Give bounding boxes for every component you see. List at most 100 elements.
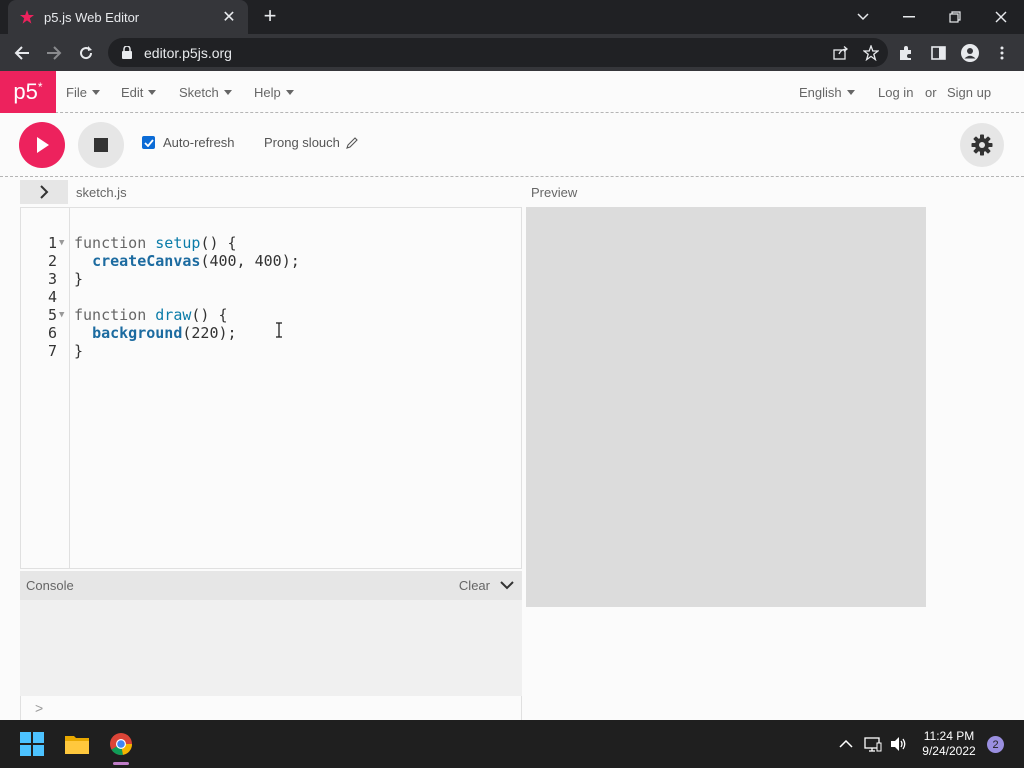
minimize-icon[interactable] — [886, 0, 932, 34]
network-icon[interactable] — [862, 732, 884, 756]
profile-icon[interactable] — [957, 40, 983, 66]
console-label: Console — [26, 578, 74, 593]
code-line[interactable]: 4 — [21, 288, 521, 306]
p5-nav: p5 * File Edit Sketch Help English Log in… — [0, 71, 1024, 113]
code-line[interactable]: 5 ▼ function draw() { — [21, 306, 521, 324]
tab-close-icon[interactable]: ✕ — [220, 7, 238, 27]
caret-down-icon — [285, 89, 294, 95]
forward-icon[interactable] — [41, 40, 67, 66]
chrome-icon[interactable] — [105, 728, 137, 760]
or-separator: or — [925, 71, 937, 113]
system-clock[interactable]: 11:24 PM 9/24/2022 — [916, 729, 982, 759]
caret-down-icon — [846, 89, 855, 95]
bookmark-star-icon[interactable] — [858, 40, 884, 66]
signup-link[interactable]: Sign up — [947, 71, 991, 113]
chevron-right-icon — [40, 185, 49, 199]
code-line[interactable]: 1 ▼ function setup() { — [21, 234, 521, 252]
share-icon[interactable] — [828, 40, 854, 66]
checkmark-icon — [143, 138, 154, 147]
menu-help-label: Help — [254, 84, 281, 100]
new-tab-button[interactable]: + — [258, 5, 282, 29]
fold-arrow-icon[interactable]: ▼ — [59, 234, 64, 252]
line-number: 7 — [47, 342, 57, 360]
function-name: draw — [155, 306, 192, 324]
code-line[interactable]: 2 createCanvas(400, 400); — [21, 252, 521, 270]
file-explorer-icon[interactable] — [61, 728, 93, 760]
auto-refresh-checkbox[interactable] — [142, 136, 155, 149]
back-icon[interactable] — [9, 40, 35, 66]
code-text: } — [74, 342, 84, 360]
code-editor[interactable]: 1 ▼ function setup() { 2 createCanvas(40… — [20, 207, 522, 569]
line-number: 3 — [47, 270, 57, 288]
fold-arrow-icon[interactable]: ▼ — [59, 306, 64, 324]
menu-help[interactable]: Help — [254, 71, 294, 113]
browser-tabstrip: p5.js Web Editor ✕ + — [0, 0, 1024, 34]
browser-tab[interactable]: p5.js Web Editor ✕ — [8, 0, 248, 34]
language-label: English — [799, 84, 842, 100]
caret-down-icon — [223, 89, 232, 95]
keyword: function — [74, 234, 147, 252]
code-text: } — [74, 270, 84, 288]
preview-label: Preview — [531, 185, 578, 200]
clock-date: 9/24/2022 — [922, 744, 976, 758]
line-number: 1 — [47, 234, 57, 252]
volume-icon[interactable] — [888, 732, 910, 756]
reload-icon[interactable] — [73, 40, 99, 66]
console-output — [20, 600, 522, 696]
menu-file[interactable]: File — [66, 71, 100, 113]
code-text: (220); — [182, 324, 237, 342]
code-line[interactable]: 6 background(220); — [21, 324, 521, 342]
play-button[interactable] — [19, 122, 65, 168]
menu-edit[interactable]: Edit — [121, 71, 157, 113]
builtin-function: background — [92, 324, 183, 342]
console-collapse-button[interactable] — [498, 577, 516, 595]
sketch-toolbar: Auto-refresh Prong slouch — [0, 113, 1024, 177]
menu-sketch[interactable]: Sketch — [179, 71, 232, 113]
preview-canvas[interactable] — [526, 207, 926, 607]
window-close-icon[interactable] — [978, 0, 1024, 34]
p5-favicon-icon — [18, 8, 36, 26]
pencil-icon — [346, 136, 358, 149]
tab-search-icon[interactable] — [840, 0, 886, 34]
side-panel-icon[interactable] — [925, 40, 951, 66]
code-text: () { — [200, 234, 237, 252]
url-text: editor.p5js.org — [144, 44, 232, 61]
chevron-down-icon — [500, 581, 514, 590]
or-label: or — [925, 84, 937, 100]
login-link[interactable]: Log in — [878, 71, 913, 113]
restore-icon[interactable] — [932, 0, 978, 34]
language-select[interactable]: English — [799, 71, 855, 113]
code-line[interactable]: 7 } — [21, 342, 521, 360]
notification-badge[interactable]: 2 — [987, 736, 1004, 753]
console-clear-button[interactable]: Clear — [459, 578, 490, 593]
p5-logo[interactable]: p5 * — [0, 71, 56, 113]
keyword: function — [74, 306, 147, 324]
line-number: 5 — [47, 306, 57, 324]
code-lines: 1 ▼ function setup() { 2 createCanvas(40… — [21, 234, 521, 360]
code-line[interactable]: 3 } — [21, 270, 521, 288]
active-app-indicator — [113, 762, 129, 765]
menu-edit-label: Edit — [121, 84, 144, 100]
stop-button[interactable] — [78, 122, 124, 168]
auto-refresh-label: Auto-refresh — [163, 135, 235, 150]
gear-icon — [971, 134, 993, 156]
address-bar[interactable]: editor.p5js.org — [108, 38, 888, 67]
file-tab[interactable]: sketch.js — [76, 185, 127, 200]
menu-file-label: File — [66, 84, 87, 100]
extensions-puzzle-icon[interactable] — [893, 40, 919, 66]
console-prompt: > — [35, 700, 44, 716]
sidebar-expand-button[interactable] — [20, 180, 68, 204]
logo-text: p5 — [13, 79, 38, 104]
lock-icon[interactable] — [120, 46, 134, 60]
stop-icon — [94, 138, 108, 152]
line-number: 2 — [47, 252, 57, 270]
line-number: 6 — [47, 324, 57, 342]
windows-start-icon[interactable] — [16, 728, 48, 760]
tray-overflow-chevron-icon[interactable] — [835, 732, 857, 756]
clock-time: 11:24 PM — [923, 729, 975, 743]
project-name[interactable]: Prong slouch — [264, 135, 358, 150]
settings-button[interactable] — [960, 123, 1004, 167]
console-input[interactable]: > — [20, 696, 522, 720]
kebab-menu-icon[interactable] — [989, 40, 1015, 66]
